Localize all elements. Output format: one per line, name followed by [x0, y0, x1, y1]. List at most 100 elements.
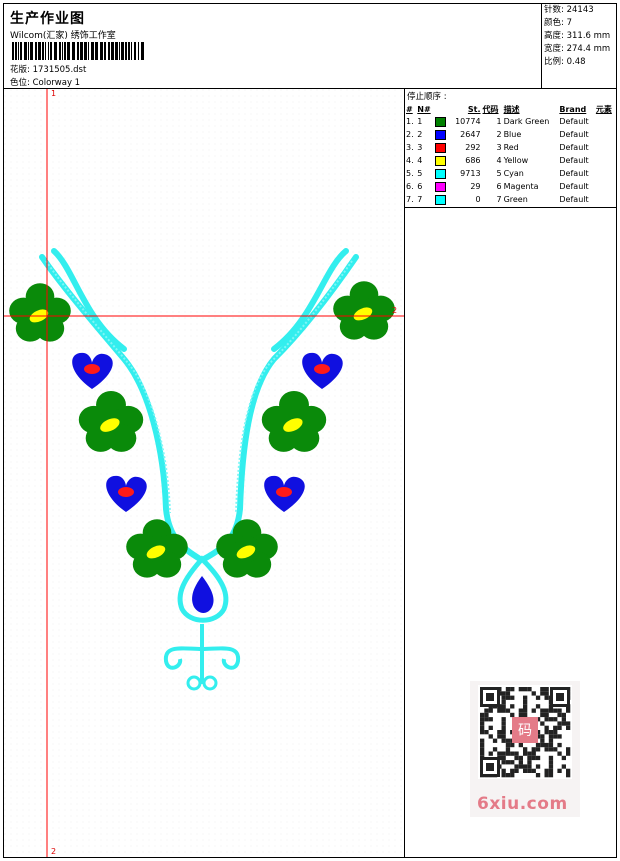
legend-header-row: # N# St. 代码 描述 Brand 元素 — [405, 103, 616, 115]
legend-code: 6 — [496, 182, 502, 191]
legend-desc: Magenta — [503, 182, 539, 191]
legend-divider — [405, 207, 616, 208]
design-canvas[interactable]: 1 2 2 — [4, 89, 405, 857]
col-swatch — [434, 103, 449, 115]
legend-idx: 7. — [406, 195, 414, 204]
barcode-icon — [12, 42, 144, 60]
side-panel: 停止顺序 : # N# St. 代码 描述 Brand 元素 1. 1 10774 1… — [405, 89, 616, 857]
legend-idx: 2. — [406, 130, 414, 139]
stat-width-value: 274.4 mm — [566, 44, 611, 54]
legend-row: 1. 1 10774 1 Dark Green Default — [405, 115, 616, 128]
color-swatch — [435, 142, 447, 153]
legend-desc: Cyan — [503, 169, 524, 178]
legend-element — [595, 115, 616, 128]
legend-stitches: 292 — [465, 143, 481, 152]
stat-scale-label: 比例 — [544, 57, 562, 67]
legend-code: 3 — [496, 143, 502, 152]
stat-height: 高度: 311.6 mm — [544, 31, 611, 41]
legend-stitches: 9713 — [460, 169, 481, 178]
stat-width: 宽度: 274.4 mm — [544, 44, 611, 54]
guide-marker-right: 2 — [392, 306, 398, 315]
legend-title: 停止顺序 : — [407, 92, 447, 102]
stats-panel: 针数: 24143 颜色: 7 高度: 311.6 mm 宽度: 274.4 m… — [541, 4, 617, 88]
legend-needle: 7 — [417, 195, 423, 204]
legend-table: # N# St. 代码 描述 Brand 元素 1. 1 10774 1 Dark Gr… — [405, 103, 616, 206]
legend-needle: 6 — [417, 182, 423, 191]
stat-scale-value: 0.48 — [566, 57, 586, 67]
legend-idx: 6. — [406, 182, 414, 191]
legend-brand: Default — [559, 195, 589, 204]
legend-brand: Default — [559, 156, 589, 165]
legend-element — [595, 154, 616, 167]
legend-brand: Default — [559, 130, 589, 139]
legend-row: 4. 4 686 4 Yellow Default — [405, 154, 616, 167]
qr-seal-text: 码 — [518, 723, 532, 739]
legend-swatch — [434, 115, 449, 128]
col-brand: Brand — [559, 104, 587, 114]
legend-swatch — [434, 128, 449, 141]
colorway-row: 色位: Colorway 1 — [10, 78, 81, 88]
header-info: 生产作业图 Wilcom(汇家) 绣饰工作室 花版: 1731505.dst 色… — [4, 4, 540, 88]
colorway-value: Colorway 1 — [32, 78, 81, 88]
legend-idx: 1. — [406, 117, 414, 126]
color-swatch — [435, 155, 447, 166]
stat-height-value: 311.6 mm — [566, 31, 611, 41]
stat-colors-value: 7 — [566, 18, 573, 28]
stat-colors: 颜色: 7 — [544, 18, 573, 28]
legend-swatch — [434, 154, 449, 167]
legend-row: 6. 6 29 6 Magenta Default — [405, 180, 616, 193]
legend-swatch — [434, 193, 449, 206]
col-stitches: St. — [467, 104, 481, 114]
legend-row: 5. 5 9713 5 Cyan Default — [405, 167, 616, 180]
guide-marker-bottom: 2 — [51, 847, 57, 856]
color-swatch — [435, 168, 447, 179]
col-code: 代码 — [482, 104, 499, 114]
color-swatch — [435, 129, 447, 140]
legend-stitches: 0 — [475, 195, 481, 204]
col-description: 描述 — [503, 104, 520, 114]
studio-name: Wilcom(汇家) 绣饰工作室 — [10, 31, 116, 41]
legend-element — [595, 193, 616, 206]
stat-width-label: 宽度 — [544, 44, 562, 54]
legend-element — [595, 141, 616, 154]
legend-code: 7 — [496, 195, 502, 204]
legend-brand: Default — [559, 182, 589, 191]
col-element: 元素 — [595, 104, 612, 114]
legend-stitches: 686 — [465, 156, 481, 165]
legend-code: 4 — [496, 156, 502, 165]
legend-needle: 2 — [417, 130, 423, 139]
legend-code: 5 — [496, 169, 502, 178]
legend-code: 1 — [496, 117, 502, 126]
watermark-text: 6xiu.com — [477, 794, 568, 814]
legend-element — [595, 167, 616, 180]
stat-stitches-label: 针数 — [544, 5, 562, 15]
legend-brand: Default — [559, 117, 589, 126]
stat-stitches-value: 24143 — [566, 5, 594, 15]
legend-element — [595, 128, 616, 141]
legend-swatch — [434, 141, 449, 154]
stat-stitches: 针数: 24143 — [544, 5, 594, 15]
legend-desc: Green — [503, 195, 528, 204]
legend-desc: Dark Green — [503, 117, 550, 126]
design-value: 1731505.dst — [32, 65, 87, 75]
legend-desc: Blue — [503, 130, 522, 139]
legend-idx: 3. — [406, 143, 414, 152]
page-title: 生产作业图 — [10, 11, 85, 27]
col-needle: N# — [417, 104, 431, 114]
legend-desc: Red — [503, 143, 519, 152]
legend-stitches: 29 — [470, 182, 481, 191]
legend-code: 2 — [496, 130, 502, 139]
color-swatch — [435, 116, 447, 127]
legend-needle: 5 — [417, 169, 423, 178]
legend-idx: 4. — [406, 156, 414, 165]
color-swatch — [435, 181, 447, 192]
stat-scale: 比例: 0.48 — [544, 57, 586, 67]
design-file-row: 花版: 1731505.dst — [10, 65, 87, 75]
legend-swatch — [434, 180, 449, 193]
legend-element — [595, 180, 616, 193]
legend-stitches: 2647 — [460, 130, 481, 139]
legend-brand: Default — [559, 143, 589, 152]
legend-stitches: 10774 — [455, 117, 481, 126]
stat-height-label: 高度 — [544, 31, 562, 41]
color-swatch — [435, 194, 447, 205]
